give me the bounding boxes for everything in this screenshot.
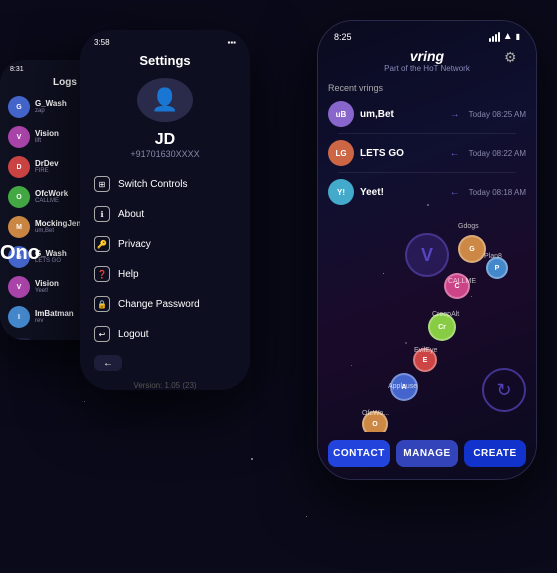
vring-list-item[interactable]: LG LETS GO ← Today 08:22 AM <box>328 136 526 170</box>
menu-label: Change Password <box>118 299 200 310</box>
about-icon: ℹ <box>94 206 110 222</box>
divider <box>338 133 516 134</box>
menu-item-switch-controls[interactable]: ⊞ Switch Controls <box>80 169 250 199</box>
profile-phone: +91701630XXXX <box>80 149 250 159</box>
orbit-avatar-callme[interactable]: C <box>444 273 470 299</box>
orbit-label-evileye: EvilEye <box>414 347 437 354</box>
menu-label: Switch Controls <box>118 179 187 190</box>
menu-item-logout[interactable]: ↩ Logout <box>80 319 250 349</box>
vring-logo-icon: V <box>421 245 433 266</box>
contact-button[interactable]: CONTACT <box>328 440 390 467</box>
orbit-avatar-plan8[interactable]: P <box>486 257 508 279</box>
phone-vring: 8:25 ▲ ▮ vring Part of the Ho <box>317 20 537 480</box>
menu-item-change-password[interactable]: 🔒 Change Password <box>80 289 250 319</box>
profile-avatar: 👤 <box>137 78 193 122</box>
scene: 8:31 ▪▪▪ Logs G G_Wash zap V Vision lift… <box>0 0 557 573</box>
avatar: V <box>8 276 30 298</box>
settings-time: 3:58 <box>94 38 110 47</box>
profile-initials: JD <box>80 130 250 149</box>
orbit-label-creepalt: CreepAlt <box>432 311 459 318</box>
vring-list-item[interactable]: uB um,Bet → Today 08:25 AM <box>328 97 526 131</box>
refresh-icon: ↻ <box>496 380 511 401</box>
lock-icon: 🔒 <box>94 296 110 312</box>
menu-item-help[interactable]: ❓ Help <box>80 259 250 289</box>
vring-contact-name: um,Bet <box>360 109 441 120</box>
recent-vrings-title: Recent vrings <box>328 83 526 93</box>
menu-label: Logout <box>118 329 149 340</box>
vring-avatar: Y! <box>328 179 354 205</box>
orbit-area: V G Gdogs C CALLME P Plan8 Cr Cree <box>318 213 536 432</box>
vring-contact-name: LETS GO <box>360 148 441 159</box>
direction-arrow: ← <box>450 187 460 198</box>
refresh-button[interactable]: ↻ <box>482 368 526 412</box>
vring-timestamp: Today 08:22 AM <box>469 149 526 158</box>
orbit-label-ofcwork: OfcWo... <box>362 410 389 417</box>
settings-title: Settings <box>80 49 250 78</box>
gear-icon[interactable]: ⚙ <box>504 49 522 67</box>
settings-icons: ▪▪▪ <box>227 38 236 47</box>
settings-version: Version: 1.05 (23) <box>80 381 250 390</box>
divider <box>338 172 516 173</box>
settings-back-button[interactable]: ← <box>94 355 122 371</box>
orbit-label-callme: CALLME <box>448 278 476 285</box>
settings-status-bar: 3:58 ▪▪▪ <box>80 30 250 49</box>
menu-label: About <box>118 209 144 220</box>
battery-icon: ▮ <box>516 32 520 41</box>
privacy-icon: 🔑 <box>94 236 110 252</box>
help-icon: ❓ <box>94 266 110 282</box>
vring-contact-name: Yeet! <box>360 187 441 198</box>
logs-time: 8:31 <box>10 66 24 73</box>
ono-label: Ono <box>0 242 40 265</box>
menu-item-privacy[interactable]: 🔑 Privacy <box>80 229 250 259</box>
vring-timestamp: Today 08:25 AM <box>469 110 526 119</box>
bottom-actions: CONTACT MANAGE CREATE <box>318 432 536 479</box>
vring-timestamp: Today 08:18 AM <box>469 188 526 197</box>
vring-center-logo: V <box>405 233 449 277</box>
avatar: V <box>8 126 30 148</box>
create-button[interactable]: CREATE <box>464 440 526 467</box>
menu-label: Privacy <box>118 239 151 250</box>
menu-item-about[interactable]: ℹ About <box>80 199 250 229</box>
menu-label: Help <box>118 269 139 280</box>
vring-time: 8:25 <box>334 32 352 42</box>
orbit-avatar-gdogs[interactable]: G <box>458 235 486 263</box>
back-button[interactable]: ← <box>8 338 32 340</box>
manage-button[interactable]: MANAGE <box>396 440 458 467</box>
vring-avatar: LG <box>328 140 354 166</box>
avatar: G <box>8 96 30 118</box>
orbit-label-gdogs: Gdogs <box>458 223 479 230</box>
orbit-label-plan8: Plan8 <box>484 253 502 260</box>
orbit-label-applause: Applause <box>388 383 417 390</box>
avatar: I <box>8 306 30 328</box>
signal-bars <box>489 32 500 42</box>
avatar-icon: 👤 <box>151 87 178 113</box>
avatar: D <box>8 156 30 178</box>
avatar: O <box>8 186 30 208</box>
recent-vrings-section: Recent vrings uB um,Bet → Today 08:25 AM… <box>318 79 536 213</box>
vring-avatar: uB <box>328 101 354 127</box>
wifi-icon: ▲ <box>503 31 513 42</box>
vring-list-item[interactable]: Y! Yeet! ← Today 08:18 AM <box>328 175 526 209</box>
vring-status-bar: 8:25 ▲ ▮ <box>318 21 536 46</box>
avatar: M <box>8 216 30 238</box>
direction-arrow: → <box>450 109 460 120</box>
phone-settings: 3:58 ▪▪▪ Settings 👤 JD +91701630XXXX ⊞ S… <box>80 30 250 390</box>
switch-controls-icon: ⊞ <box>94 176 110 192</box>
logout-icon: ↩ <box>94 326 110 342</box>
direction-arrow: ← <box>450 148 460 159</box>
